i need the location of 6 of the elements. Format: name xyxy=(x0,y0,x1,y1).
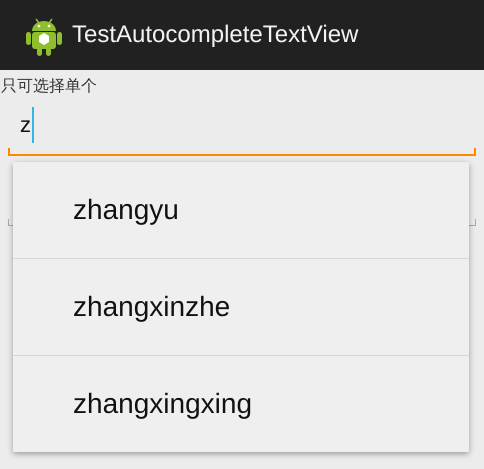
text-field[interactable]: z xyxy=(8,96,476,156)
suggestion-item[interactable]: zhangxinzhe xyxy=(13,258,469,355)
app-title: TestAutocompleteTextView xyxy=(72,21,358,49)
suggestion-item[interactable]: zhangxingxing xyxy=(13,355,469,452)
suggestion-item[interactable]: zhangyu xyxy=(13,162,469,258)
field-label: 只可选择单个 xyxy=(0,75,98,96)
